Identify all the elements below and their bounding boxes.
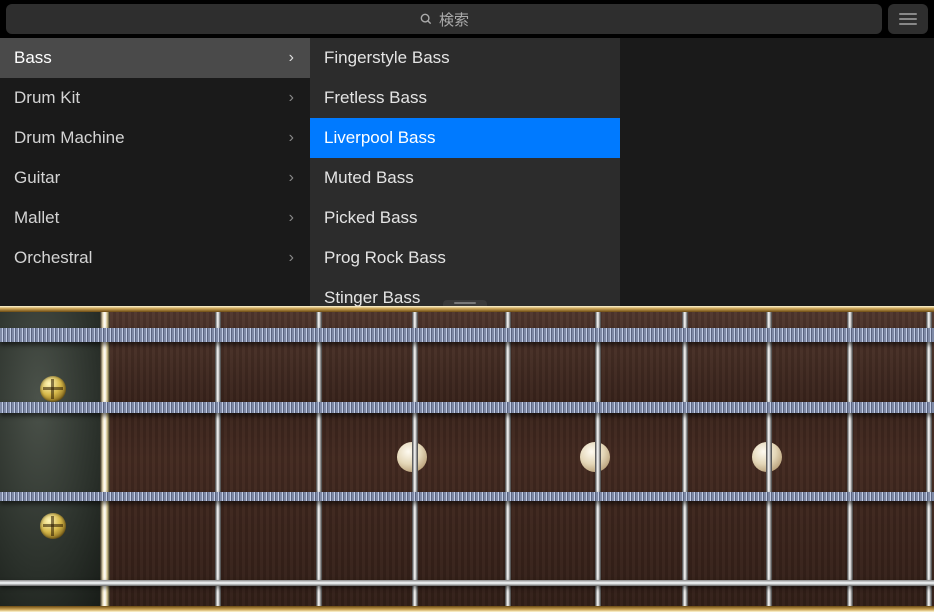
sound-label: Liverpool Bass — [324, 128, 436, 148]
category-label: Mallet — [14, 208, 59, 228]
sound-item-picked-bass[interactable]: Picked Bass — [310, 198, 620, 238]
sound-label: Stinger Bass — [324, 288, 420, 308]
category-list: Bass › Drum Kit › Drum Machine › Guitar … — [0, 38, 310, 278]
sound-label: Fretless Bass — [324, 88, 427, 108]
search-placeholder: 検索 — [439, 9, 469, 30]
category-item-mallet[interactable]: Mallet › — [0, 198, 310, 238]
string-3[interactable] — [0, 492, 934, 501]
fret — [847, 312, 853, 606]
fret — [412, 312, 418, 606]
chevron-right-icon: › — [289, 89, 294, 107]
sound-item-liverpool-bass[interactable]: Liverpool Bass — [310, 118, 620, 158]
string-4[interactable] — [0, 580, 934, 586]
search-icon — [419, 12, 433, 26]
chevron-right-icon: › — [289, 209, 294, 227]
neck-screw — [40, 513, 66, 539]
category-item-orchestral[interactable]: Orchestral › — [0, 238, 310, 278]
grabber-button[interactable] — [888, 4, 928, 34]
fret — [215, 312, 221, 606]
subcategory-list: Fingerstyle Bass Fretless Bass Liverpool… — [310, 38, 620, 318]
string-2[interactable] — [0, 402, 934, 413]
sound-item-muted-bass[interactable]: Muted Bass — [310, 158, 620, 198]
sound-item-fingerstyle-bass[interactable]: Fingerstyle Bass — [310, 38, 620, 78]
chevron-right-icon: › — [289, 129, 294, 147]
nut — [100, 312, 110, 606]
category-label: Drum Kit — [14, 88, 80, 108]
category-item-guitar[interactable]: Guitar › — [0, 158, 310, 198]
fret — [926, 312, 932, 606]
chevron-right-icon: › — [289, 169, 294, 187]
category-label: Orchestral — [14, 248, 92, 268]
sound-label: Picked Bass — [324, 208, 418, 228]
category-label: Guitar — [14, 168, 60, 188]
fretboard-binding-top — [0, 306, 934, 312]
fretboard-binding-bottom — [0, 606, 934, 612]
sound-browser: Bass › Drum Kit › Drum Machine › Guitar … — [0, 38, 934, 306]
fret — [316, 312, 322, 606]
top-toolbar: 検索 — [0, 0, 934, 38]
sound-label: Prog Rock Bass — [324, 248, 446, 268]
fret — [505, 312, 511, 606]
search-field[interactable]: 検索 — [6, 4, 882, 34]
category-label: Bass — [14, 48, 52, 68]
sound-label: Muted Bass — [324, 168, 414, 188]
chevron-right-icon: › — [289, 49, 294, 67]
headstock-plate — [0, 312, 110, 606]
fret — [766, 312, 772, 606]
chevron-right-icon: › — [289, 249, 294, 267]
sound-item-prog-rock-bass[interactable]: Prog Rock Bass — [310, 238, 620, 278]
category-item-bass[interactable]: Bass › — [0, 38, 310, 78]
category-item-drum-machine[interactable]: Drum Machine › — [0, 118, 310, 158]
neck-screw — [40, 376, 66, 402]
fret — [682, 312, 688, 606]
sound-item-fretless-bass[interactable]: Fretless Bass — [310, 78, 620, 118]
category-item-drum-kit[interactable]: Drum Kit › — [0, 78, 310, 118]
sound-label: Fingerstyle Bass — [324, 48, 450, 68]
category-label: Drum Machine — [14, 128, 125, 148]
bass-fretboard[interactable] — [0, 306, 934, 612]
fret — [595, 312, 601, 606]
string-1[interactable] — [0, 328, 934, 342]
fretboard-wood — [110, 312, 934, 606]
